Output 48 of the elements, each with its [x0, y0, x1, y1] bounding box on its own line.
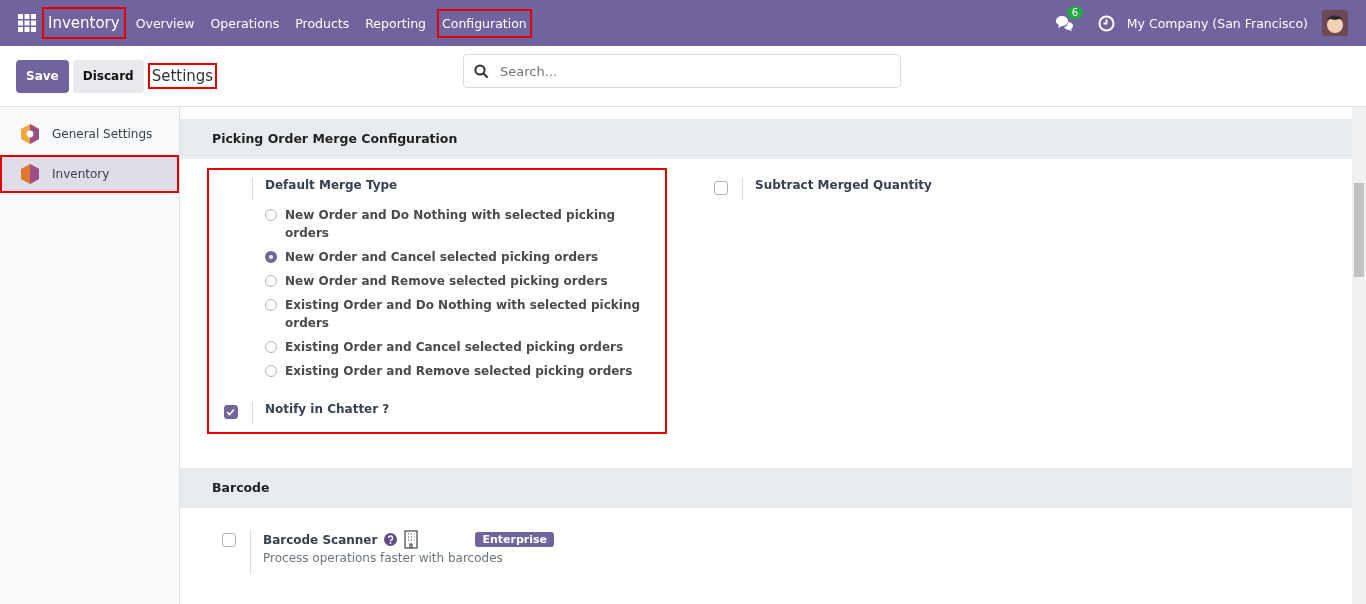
- checkbox[interactable]: [713, 181, 728, 195]
- app-name-link[interactable]: Inventory: [42, 7, 126, 39]
- menu-link[interactable]: Operations: [205, 8, 285, 38]
- hexagon-icon: [20, 163, 40, 185]
- sidebar-item[interactable]: General Settings: [0, 115, 179, 153]
- building-icon: [404, 530, 419, 549]
- radio-label[interactable]: New Order and Cancel selected picking orders: [285, 248, 599, 266]
- setting-description: Process operations faster with barcodes: [263, 551, 504, 565]
- scrollbar[interactable]: [1352, 107, 1366, 604]
- setting-label: Subtract Merged Quantity: [755, 178, 932, 192]
- radio-label[interactable]: New Order and Do Nothing with selected picking orders: [285, 206, 657, 242]
- clock-icon[interactable]: [1097, 14, 1115, 32]
- radio-button[interactable]: [265, 365, 277, 377]
- chat-icon[interactable]: [1053, 15, 1074, 31]
- radio-button[interactable]: [265, 299, 277, 311]
- radio-button[interactable]: [265, 209, 277, 221]
- section-heading: Picking Order Merge Configuration: [180, 119, 1352, 159]
- search-field[interactable]: Search...: [463, 54, 901, 88]
- avatar-icon[interactable]: [1322, 10, 1348, 36]
- section-heading: Barcode: [180, 468, 1352, 508]
- setting-label: Notify in Chatter ?: [265, 402, 390, 416]
- menu-link[interactable]: Configuration: [437, 8, 532, 38]
- menu-link[interactable]: Products: [290, 8, 355, 38]
- radio-label[interactable]: Existing Order and Do Nothing with selected picking orders: [285, 296, 657, 332]
- sidebar-item[interactable]: Inventory: [0, 155, 179, 193]
- radio-button[interactable]: [265, 251, 277, 263]
- scrollbar-thumb[interactable]: [1354, 183, 1364, 277]
- hexagon-icon: [20, 123, 40, 145]
- company-name[interactable]: My Company (San Francisco): [1126, 15, 1308, 31]
- enterprise-badge: Enterprise: [475, 532, 554, 547]
- setting-label: Barcode Scanner: [263, 532, 378, 547]
- discard-button[interactable]: Discard: [72, 59, 144, 93]
- checkbox[interactable]: [223, 405, 238, 419]
- save-button[interactable]: Save: [16, 59, 69, 93]
- checkbox[interactable]: [221, 533, 236, 547]
- app-grid-icon[interactable]: [18, 14, 36, 32]
- field-label: Default Merge Type: [265, 178, 399, 192]
- radio-label[interactable]: Existing Order and Remove selected picking orders: [285, 362, 633, 380]
- help-icon[interactable]: [384, 533, 398, 546]
- radio-button[interactable]: [265, 341, 277, 353]
- search-icon: [474, 64, 489, 79]
- message-count-badge: 6: [1066, 6, 1084, 19]
- menu-link[interactable]: Reporting: [360, 8, 431, 38]
- page-title: Settings: [147, 63, 218, 89]
- radio-label[interactable]: New Order and Remove selected picking orders: [285, 272, 608, 290]
- menu-link[interactable]: Overview: [130, 8, 200, 38]
- radio-label[interactable]: Existing Order and Cancel selected picking orders: [285, 338, 624, 356]
- radio-button[interactable]: [265, 275, 277, 287]
